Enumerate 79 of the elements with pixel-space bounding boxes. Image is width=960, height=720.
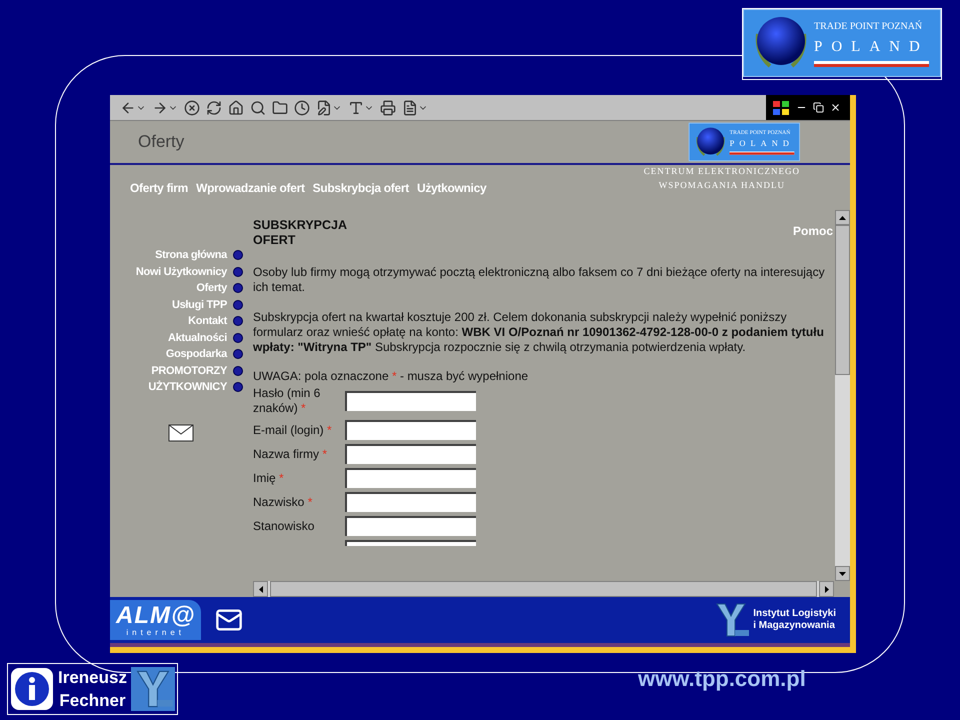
forward-icon[interactable] bbox=[152, 100, 178, 116]
centrum-text: CENTRUM ELEKTRONICZNEGO bbox=[644, 165, 800, 178]
nav-link[interactable]: Użytkownicy bbox=[416, 178, 486, 196]
alma-logo-subtext: internet bbox=[126, 628, 186, 636]
print-icon[interactable] bbox=[380, 100, 396, 116]
input-field[interactable] bbox=[345, 391, 476, 411]
sidebar-link[interactable]: Usługi TPP bbox=[172, 296, 227, 313]
bullet-icon bbox=[233, 300, 243, 310]
info-icon bbox=[10, 667, 54, 711]
input-field[interactable] bbox=[345, 540, 476, 546]
restore-icon[interactable] bbox=[813, 102, 824, 113]
field-label: Stanowisko bbox=[253, 518, 316, 534]
input-field[interactable] bbox=[345, 516, 476, 536]
edit-icon[interactable] bbox=[316, 100, 342, 116]
section-heading: SUBSKRYPCJA bbox=[253, 218, 348, 233]
close-icon[interactable] bbox=[830, 102, 841, 113]
back-icon[interactable] bbox=[120, 100, 146, 116]
input-field[interactable] bbox=[345, 492, 476, 512]
history-icon[interactable] bbox=[294, 100, 310, 116]
search-icon[interactable] bbox=[250, 100, 266, 116]
bullet-icon bbox=[233, 332, 243, 343]
refresh-icon[interactable] bbox=[206, 100, 222, 116]
font-icon[interactable] bbox=[348, 100, 374, 116]
input-field[interactable] bbox=[345, 444, 476, 464]
section-heading: OFERT bbox=[253, 233, 296, 248]
sidebar-link[interactable]: UŻYTKOWNICY bbox=[148, 379, 227, 396]
bullet-icon bbox=[233, 349, 243, 360]
envelope-icon bbox=[168, 424, 194, 442]
horizontal-scrollbar[interactable] bbox=[253, 581, 834, 597]
sidebar-link[interactable]: Nowi Użytkownicy bbox=[136, 264, 227, 280]
nav-link[interactable]: Oferty firm bbox=[130, 178, 188, 196]
up-arrow-icon bbox=[839, 216, 846, 220]
alma-logo-text: ALM@ bbox=[116, 604, 196, 628]
input-field[interactable] bbox=[345, 468, 476, 488]
bullet-icon bbox=[233, 266, 243, 277]
website-url: www.tpp.com.pl bbox=[638, 665, 806, 693]
field-label: Imię * bbox=[253, 470, 285, 486]
help-link[interactable]: Pomoc bbox=[792, 224, 833, 248]
institute-text: Instytut Logistyki bbox=[753, 608, 836, 620]
page-title: Oferty bbox=[138, 131, 184, 154]
home-icon[interactable] bbox=[228, 100, 244, 116]
bullet-icon bbox=[233, 316, 243, 326]
down-arrow-icon bbox=[839, 572, 846, 576]
notice-text: UWAGA: pola oznaczone * - musza być wypełnione bbox=[253, 369, 530, 384]
sidebar-link[interactable]: Aktualności bbox=[168, 330, 227, 346]
nav-link[interactable]: Subskrybcja ofert bbox=[312, 178, 409, 196]
bullet-icon bbox=[233, 382, 243, 392]
field-label: Nazwa firmy * bbox=[253, 446, 328, 462]
left-arrow-icon bbox=[258, 586, 262, 592]
payment-paragraph: Subskrypcja ofert na kwartał kosztuje 200 zł. Celem dokonania subskrypcji należy wypełnić poniższy formularz oraz wnieść opłatę na konto: WBK VI O/Poznań nr 10901362-4792-128-00-0 z podaniem tytułu wpłaty: "Witryna TP" Subskrypcja rozpocznie się z chwilą otrzymania potwierdzenia wpłaty. bbox=[253, 310, 825, 355]
intro-paragraph: Osoby lub firmy mogą otrzymywać pocztą elektroniczną albo faksem co 7 dni bieżące oferty na interesujący ich temat. bbox=[253, 265, 826, 295]
bullet-icon bbox=[233, 250, 243, 260]
sidebar-link[interactable]: PROMOTORZY bbox=[151, 362, 227, 379]
author-name: Fechner bbox=[59, 690, 126, 712]
flag-stripe bbox=[730, 152, 794, 156]
windows-logo-icon bbox=[772, 100, 790, 116]
logo-text: POLAND bbox=[730, 138, 794, 151]
sidebar-link[interactable]: Oferty bbox=[196, 280, 227, 296]
input-field[interactable] bbox=[345, 420, 476, 440]
sidebar-link[interactable]: Gospodarka bbox=[166, 346, 227, 362]
field-label: Nazwisko * bbox=[253, 494, 314, 510]
institute-text: i Magazynowania bbox=[753, 620, 836, 632]
globe-icon bbox=[694, 126, 727, 158]
stop-icon[interactable] bbox=[184, 100, 200, 116]
sidebar-link[interactable]: Kontakt bbox=[188, 313, 227, 330]
logo-text: TRADE POINT POZNAŃ bbox=[814, 19, 922, 34]
bullet-icon bbox=[233, 283, 243, 294]
field-label: Hasło (min 6 znaków) * bbox=[253, 386, 322, 416]
logo-text: POLAND bbox=[814, 38, 929, 58]
document-icon[interactable] bbox=[402, 100, 428, 116]
vertical-scrollbar[interactable] bbox=[835, 210, 850, 581]
folder-icon[interactable] bbox=[272, 100, 288, 116]
bullet-icon bbox=[233, 366, 243, 376]
centrum-text: WSPOMAGANIA HANDLU bbox=[658, 178, 785, 192]
right-arrow-icon bbox=[824, 586, 828, 592]
sidebar-link[interactable]: Strona główna bbox=[155, 247, 227, 264]
field-label: E-mail (login) * bbox=[253, 422, 333, 438]
author-name: Ireneusz bbox=[58, 667, 127, 689]
nav-link[interactable]: Wprowadzanie ofert bbox=[196, 178, 305, 196]
